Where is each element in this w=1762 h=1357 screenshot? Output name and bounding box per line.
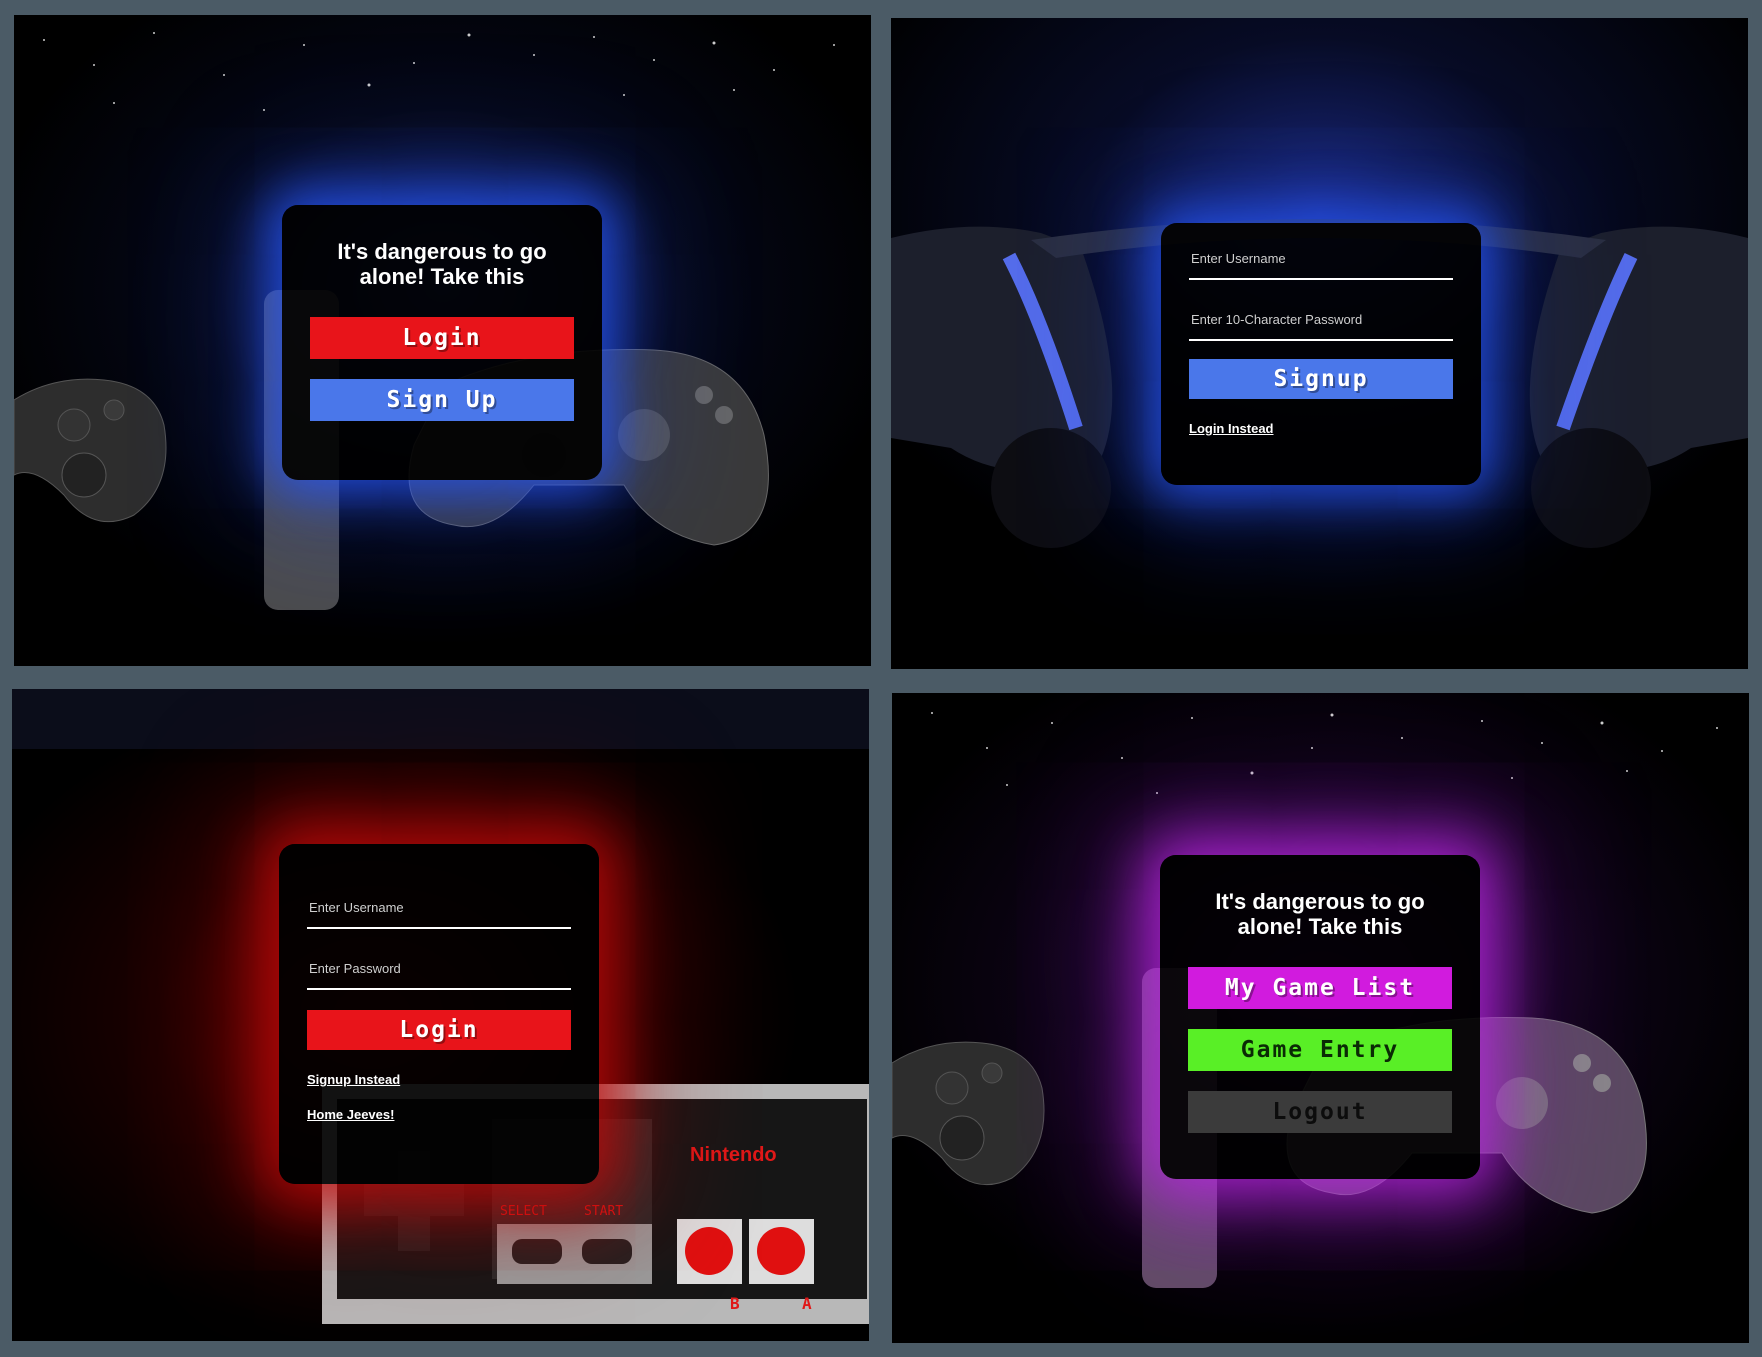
logout-button[interactable]: Logout: [1188, 1091, 1452, 1133]
landing-screen-panel: It's dangerous to go alone! Take this Lo…: [14, 15, 871, 666]
welcome-card: It's dangerous to go alone! Take this Lo…: [282, 205, 602, 480]
my-game-list-button[interactable]: My Game List: [1188, 967, 1452, 1009]
login-instead-link[interactable]: Login Instead: [1189, 421, 1481, 436]
signup-screen-panel: Signup Login Instead: [891, 18, 1748, 669]
welcome-title: It's dangerous to go alone! Take this: [337, 239, 547, 289]
menu-screen-panel: It's dangerous to go alone! Take this My…: [892, 693, 1749, 1343]
game-entry-button[interactable]: Game Entry: [1188, 1029, 1452, 1071]
password-field[interactable]: [1189, 298, 1453, 341]
nintendo-brand-text: Nintendo: [690, 1144, 777, 1166]
b-button-label: B: [730, 1294, 740, 1313]
username-field[interactable]: [307, 886, 571, 929]
username-field[interactable]: [1189, 237, 1453, 280]
home-jeeves-link[interactable]: Home Jeeves!: [307, 1107, 599, 1122]
login-screen-panel: Nintendo SELECT START B A Login Signup I…: [12, 689, 869, 1341]
login-button[interactable]: Login: [310, 317, 574, 359]
main-menu-card: It's dangerous to go alone! Take this My…: [1160, 855, 1480, 1179]
sign-up-button[interactable]: Sign Up: [310, 379, 574, 421]
signup-card: Signup Login Instead: [1161, 223, 1481, 485]
password-field[interactable]: [307, 947, 571, 990]
login-button[interactable]: Login: [307, 1010, 571, 1050]
signup-button[interactable]: Signup: [1189, 359, 1453, 399]
welcome-title: It's dangerous to go alone! Take this: [1215, 889, 1425, 939]
start-label: START: [584, 1204, 623, 1219]
a-button-label: A: [802, 1294, 812, 1313]
login-card: Login Signup Instead Home Jeeves!: [279, 844, 599, 1184]
select-label: SELECT: [500, 1204, 547, 1219]
signup-instead-link[interactable]: Signup Instead: [307, 1072, 599, 1087]
